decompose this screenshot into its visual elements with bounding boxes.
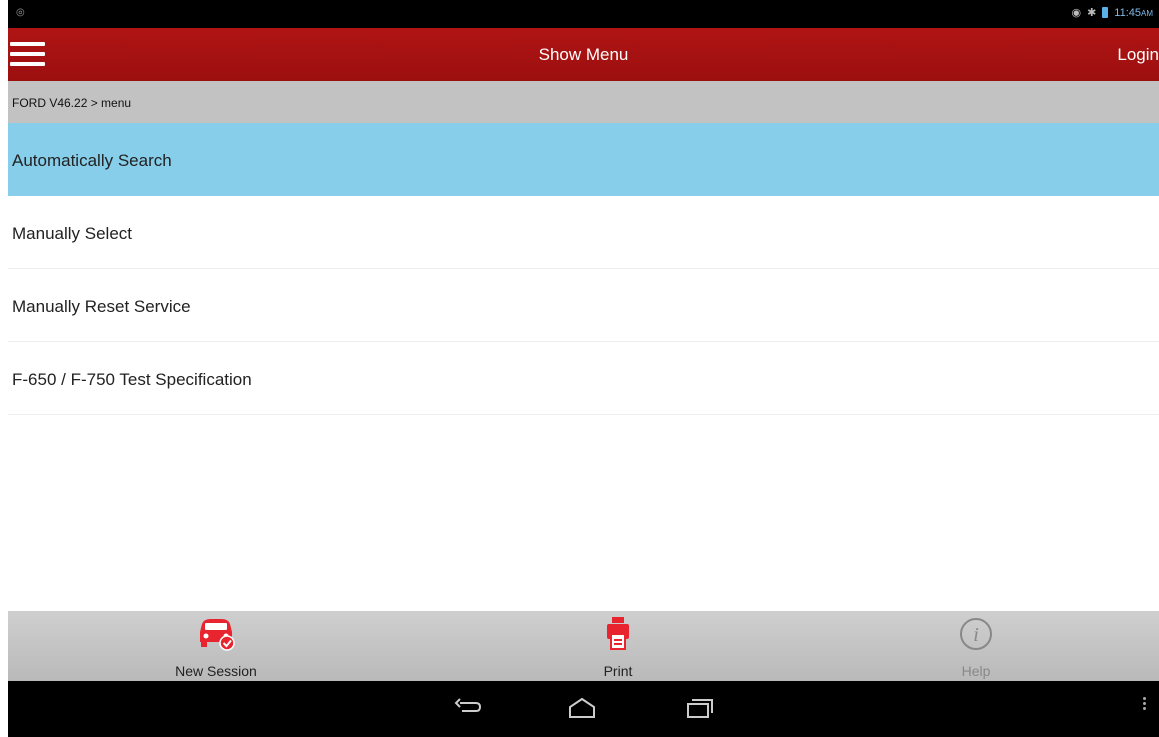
- menu-list: Automatically Search Manually Select Man…: [8, 123, 1159, 415]
- menu-item-label: Automatically Search: [12, 151, 172, 170]
- menu-item-manually-select[interactable]: Manually Select: [8, 196, 1159, 269]
- car-icon: [200, 619, 235, 651]
- app-bar: Show Menu Login: [8, 28, 1159, 81]
- app-frame: ◎ ◉ ✱ 11:45AM Show Menu Login FORD V46.2…: [8, 0, 1159, 737]
- print-button[interactable]: Print: [518, 611, 718, 681]
- recent-apps-icon[interactable]: [678, 695, 718, 721]
- bottom-toolbar: New Session Print i Help: [8, 611, 1159, 681]
- help-label: Help: [961, 663, 991, 679]
- svg-text:i: i: [973, 624, 979, 646]
- battery-icon: [1102, 7, 1109, 18]
- print-label: Print: [603, 663, 633, 679]
- breadcrumb: FORD V46.22 > menu: [8, 81, 1159, 123]
- time-ampm: AM: [1141, 8, 1153, 18]
- page-title: Show Menu: [538, 45, 629, 64]
- breadcrumb-text: FORD V46.22 > menu: [12, 96, 132, 110]
- menu-item-label: F-650 / F-750 Test Specification: [12, 370, 252, 389]
- time-text: 11:45: [1114, 6, 1141, 19]
- new-session-label: New Session: [175, 663, 257, 679]
- help-button[interactable]: i Help: [876, 611, 1076, 681]
- alarm-icon: ◉: [1071, 7, 1082, 19]
- system-nav-bar: [8, 681, 1159, 737]
- menu-item-manually-reset-service[interactable]: Manually Reset Service: [8, 269, 1159, 342]
- new-session-button[interactable]: New Session: [116, 611, 316, 681]
- overflow-menu-icon[interactable]: [1141, 695, 1147, 715]
- bluetooth-icon: ✱: [1087, 7, 1097, 19]
- notification-icon: ◎: [16, 7, 25, 18]
- back-icon[interactable]: [448, 695, 488, 721]
- menu-item-automatically-search[interactable]: Automatically Search: [8, 123, 1159, 196]
- info-icon: i: [960, 618, 992, 650]
- status-time: 11:45AM: [1114, 7, 1153, 19]
- menu-item-label: Manually Reset Service: [12, 297, 191, 316]
- printer-icon: [607, 617, 629, 650]
- status-bar: ◎ ◉ ✱ 11:45AM: [8, 0, 1159, 28]
- login-button[interactable]: Login: [1117, 45, 1159, 65]
- status-icons: ◉ ✱ 11:45AM: [1071, 6, 1153, 20]
- menu-item-label: Manually Select: [12, 224, 133, 243]
- menu-item-test-specification[interactable]: F-650 / F-750 Test Specification: [8, 342, 1159, 415]
- home-icon[interactable]: [562, 695, 602, 721]
